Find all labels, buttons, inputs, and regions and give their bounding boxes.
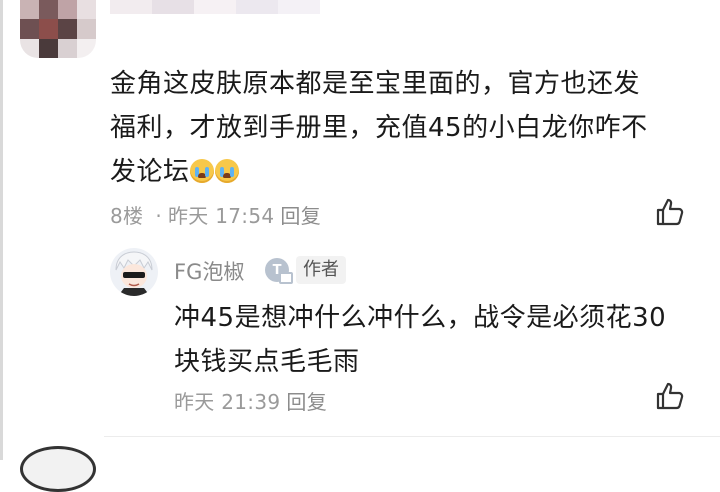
comment-line: 福利，才放到手册里，充值45的小白龙你咋不 — [110, 113, 648, 143]
anime-avatar-icon — [115, 251, 153, 296]
reply-avatar[interactable] — [110, 248, 158, 296]
crying-emoji-icon — [189, 159, 214, 183]
comment-body: 金角这皮肤原本都是至宝里面的，官方也还发 福利，才放到手册里，充值45的小白龙你… — [110, 62, 700, 194]
crying-emoji-icon — [214, 159, 239, 183]
reply-body: 冲45是想冲什么冲什么，战令是必须花30 块钱买点毛毛雨 — [174, 296, 694, 384]
blurred-avatar[interactable] — [20, 0, 96, 58]
next-comment-avatar[interactable] — [20, 446, 96, 492]
thumbs-up-icon[interactable] — [654, 380, 686, 412]
left-edge-bar — [0, 0, 3, 460]
reply-button[interactable]: 回复 — [286, 390, 327, 414]
thumbs-up-icon[interactable] — [654, 196, 686, 228]
reply-time: 昨天 21:39 — [174, 390, 281, 414]
reply-button[interactable]: 回复 — [280, 204, 321, 228]
comment-divider — [104, 436, 720, 437]
reply-line: 块钱买点毛毛雨 — [174, 347, 360, 377]
blurred-username — [110, 0, 320, 14]
comment-meta: 8楼 · 昨天 17:54 回复 — [110, 204, 322, 228]
level-badge-icon: T — [265, 258, 293, 284]
comment-time: 昨天 17:54 — [168, 204, 275, 228]
reply-author-name[interactable]: FG泡椒 — [174, 256, 244, 286]
author-tag: 作者 — [296, 256, 346, 284]
floor-number: 8楼 — [110, 204, 144, 228]
comment-line: 发论坛 — [110, 150, 700, 194]
comment-line: 金角这皮肤原本都是至宝里面的，官方也还发 — [110, 69, 641, 99]
reply-line: 冲45是想冲什么冲什么，战令是必须花30 — [174, 303, 667, 333]
reply-meta: 昨天 21:39 回复 — [174, 386, 333, 415]
